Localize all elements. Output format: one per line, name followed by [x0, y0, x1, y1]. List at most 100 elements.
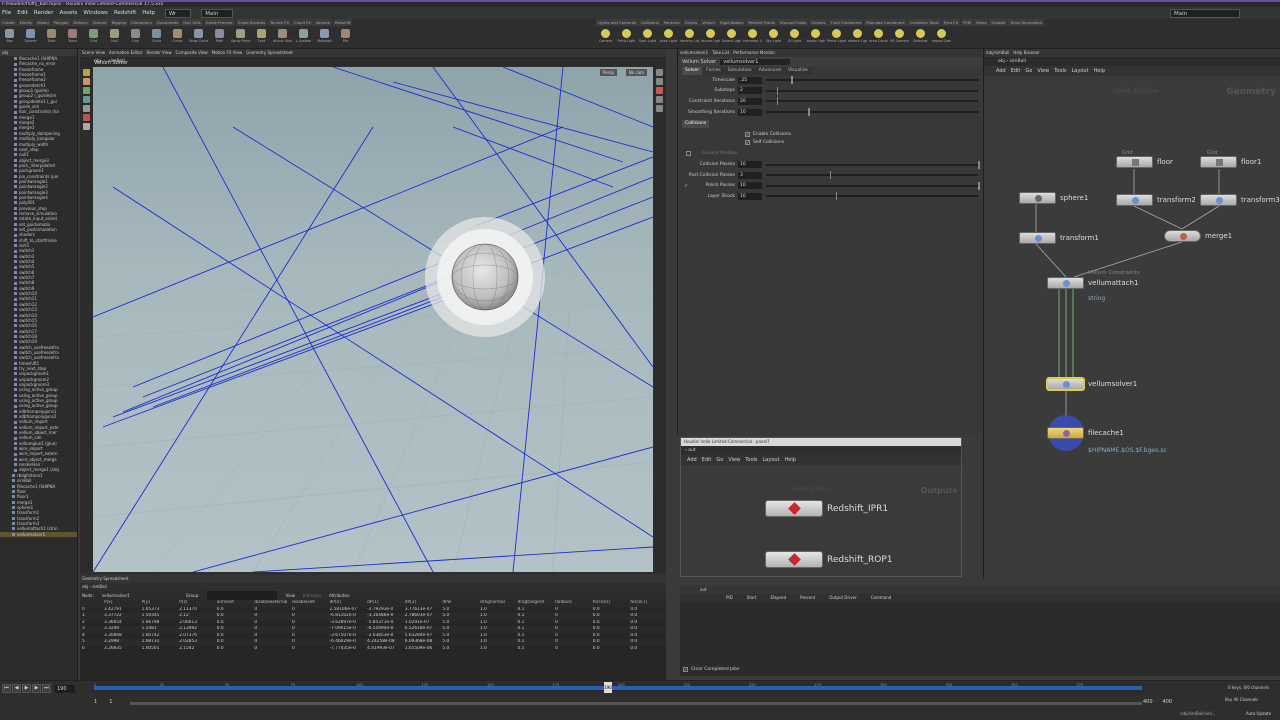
shelf-tool-gamepad-camera[interactable]: Gamepad Camera [932, 27, 951, 48]
shelf-tool-switcher[interactable]: Switcher [911, 27, 930, 48]
camera-menu[interactable]: No cam [625, 69, 647, 76]
shelf-tool-font[interactable]: Font [252, 27, 271, 48]
shelf-tab[interactable]: Particles [661, 19, 682, 26]
shelf-tool-distant-light[interactable]: Distant Light [722, 27, 741, 48]
node-name-field[interactable]: vellumsolver1 [720, 59, 791, 65]
node-filecache1[interactable]: filecache1 [1047, 427, 1124, 439]
tab-performance-monitor[interactable]: Performance Monitor [733, 49, 775, 57]
shelf-tool-area-light[interactable]: Area Light [659, 27, 678, 48]
display-options-icon[interactable] [656, 69, 663, 76]
desktop-right-selector[interactable]: Main [1170, 8, 1240, 18]
slider-knob[interactable] [978, 181, 980, 190]
ground-position-toggle[interactable]: Ground Position [678, 148, 982, 159]
render-menu-tools[interactable]: Tools [745, 455, 757, 465]
step-forward-icon[interactable]: ▶ [32, 684, 41, 693]
slider-knob[interactable] [776, 97, 779, 106]
enable-collisions-toggle[interactable]: ✓ Enable Collisions [678, 130, 982, 138]
node-vellumattach1[interactable]: vellumattach1 [1047, 277, 1138, 289]
menu-file[interactable]: File [2, 10, 11, 16]
slider-knob[interactable] [791, 76, 793, 85]
shelf-tool-platonic-solids[interactable]: Platonic Solids [273, 27, 292, 48]
shelf-tool-geometry-light[interactable]: Geometry Light [680, 27, 699, 48]
shelf-tab[interactable]: Grains [682, 19, 700, 26]
frame-indicator[interactable]: 190 [604, 682, 612, 693]
jump-start-icon[interactable]: ⏮ [2, 684, 11, 693]
tab-forces[interactable]: Forces [703, 67, 724, 75]
shelf-tab[interactable]: Volume [313, 19, 332, 26]
timeline-track[interactable]: 1 25 50 75 100 125 150 175 200 225 250 275 300 325 350… [94, 682, 1142, 693]
shelf-tab[interactable]: Particle Fluids [746, 19, 777, 26]
shelf-tab[interactable]: Populate Containers [864, 19, 907, 26]
shelf-tool-caustic-light[interactable]: Caustic Light [806, 27, 825, 48]
slider-knob[interactable] [978, 160, 980, 169]
node-sphere1[interactable]: sphere1 [1019, 192, 1088, 204]
param-slider[interactable] [766, 171, 978, 180]
shelf-tab[interactable]: Oceans [809, 19, 828, 26]
shelf-tool-path[interactable]: Path [210, 27, 229, 48]
auto-update-menu[interactable]: Auto Update [1246, 711, 1271, 716]
shelf-tab[interactable]: Crowds [989, 19, 1008, 26]
current-frame-field[interactable]: 190 [55, 684, 75, 693]
menu-redshift[interactable]: Redshift [114, 10, 136, 16]
shelf-tab[interactable]: Polygon [51, 19, 71, 26]
shelf-tool-spray-paint[interactable]: Spray Paint [231, 27, 250, 48]
param-slider[interactable] [766, 181, 980, 190]
shelf-tab[interactable]: Constraints [154, 19, 181, 26]
slider-knob[interactable] [835, 192, 838, 201]
shelf-tool-torus[interactable]: Torus [63, 27, 82, 48]
play-icon[interactable]: ▶ [22, 684, 31, 693]
param-slider[interactable] [766, 97, 978, 106]
shelf-tab[interactable]: Pyro FX [941, 19, 961, 26]
node-floor[interactable]: floor [1116, 156, 1173, 168]
clear-completed-toggle[interactable]: ✓ Clear Completed Jobs [683, 667, 739, 672]
shelf-tab[interactable]: Drive Simulation [1008, 19, 1044, 26]
rotate-tool-icon[interactable] [83, 87, 90, 94]
key-all-channels-button[interactable]: Key All Channels [1225, 697, 1258, 702]
view-menu[interactable]: View [285, 591, 295, 600]
shelf-tool-box[interactable]: Box [0, 27, 19, 48]
table-row[interactable]: 6 3.26835 1.60501 2.1542 0.0 0 0 -7.77435e-0 4.4… [80, 646, 666, 653]
shelf-tab[interactable]: Rigging [109, 19, 128, 26]
param-slider[interactable] [766, 192, 978, 201]
shelf-tab[interactable]: Fluid Containers [828, 19, 864, 26]
shelf-tool-tube[interactable]: Tube [42, 27, 61, 48]
path-obj[interactable]: obj [82, 584, 88, 589]
shelf-tool-sphere[interactable]: Sphere [21, 27, 40, 48]
node-vellumsolver1[interactable]: vellumsolver1 [1047, 378, 1137, 390]
shelf-tab[interactable]: Create [0, 19, 17, 26]
range-end2-field[interactable]: 400 [1163, 699, 1173, 705]
desktop-main-selector[interactable]: Main [201, 8, 234, 18]
tab-motion-fx-view[interactable]: Motion FX View [212, 49, 243, 57]
param-value-field[interactable]: 10 [738, 182, 762, 190]
param-value-field[interactable]: 20 [738, 97, 762, 105]
param-slider[interactable] [766, 76, 978, 85]
shelf-tab[interactable]: Guide Process [203, 19, 235, 26]
shelf-tab[interactable]: Texture [90, 19, 109, 26]
menu-assets[interactable]: Assets [59, 10, 77, 16]
shelf-tab[interactable]: FEM [961, 19, 973, 26]
outliner-tab[interactable]: obj [0, 49, 77, 56]
param-slider[interactable] [766, 160, 980, 169]
shelf-tab[interactable]: Characters [128, 19, 154, 26]
shelf-tab[interactable]: Model [35, 19, 51, 26]
param-slider[interactable] [766, 86, 978, 95]
node-merge1[interactable]: merge1 [1164, 230, 1232, 242]
step-back-icon[interactable]: ◀ [12, 684, 21, 693]
render-menu-view[interactable]: View [728, 455, 740, 465]
range-slider[interactable] [130, 702, 1142, 705]
render-menu-layout[interactable]: Layout [763, 455, 780, 465]
tab-scene-view[interactable]: Scene View [82, 49, 105, 57]
viewport-3d-canvas[interactable]: Persp No cam [93, 67, 653, 572]
jump-end-icon[interactable]: ⏭ [42, 684, 51, 693]
shelf-tool-spot-light[interactable]: Spot Light [638, 27, 657, 48]
shelf-tab[interactable]: Lights and Cameras [596, 19, 638, 26]
column-header[interactable]: disableexternal [252, 600, 290, 607]
shelf-tool-vr-camera[interactable]: VR Camera [890, 27, 909, 48]
shelf-tab[interactable]: Modify [17, 19, 35, 26]
tab-solver[interactable]: Solver [682, 67, 703, 75]
scheduler-tab[interactable]: out [680, 586, 1280, 594]
spreadsheet-tab[interactable]: Geometry Spreadsheet [80, 575, 666, 583]
param-slider[interactable] [766, 108, 978, 117]
param-value-field[interactable]: 10 [738, 161, 762, 169]
node-redshift-rop1[interactable]: Redshift_ROP1 [765, 551, 893, 568]
